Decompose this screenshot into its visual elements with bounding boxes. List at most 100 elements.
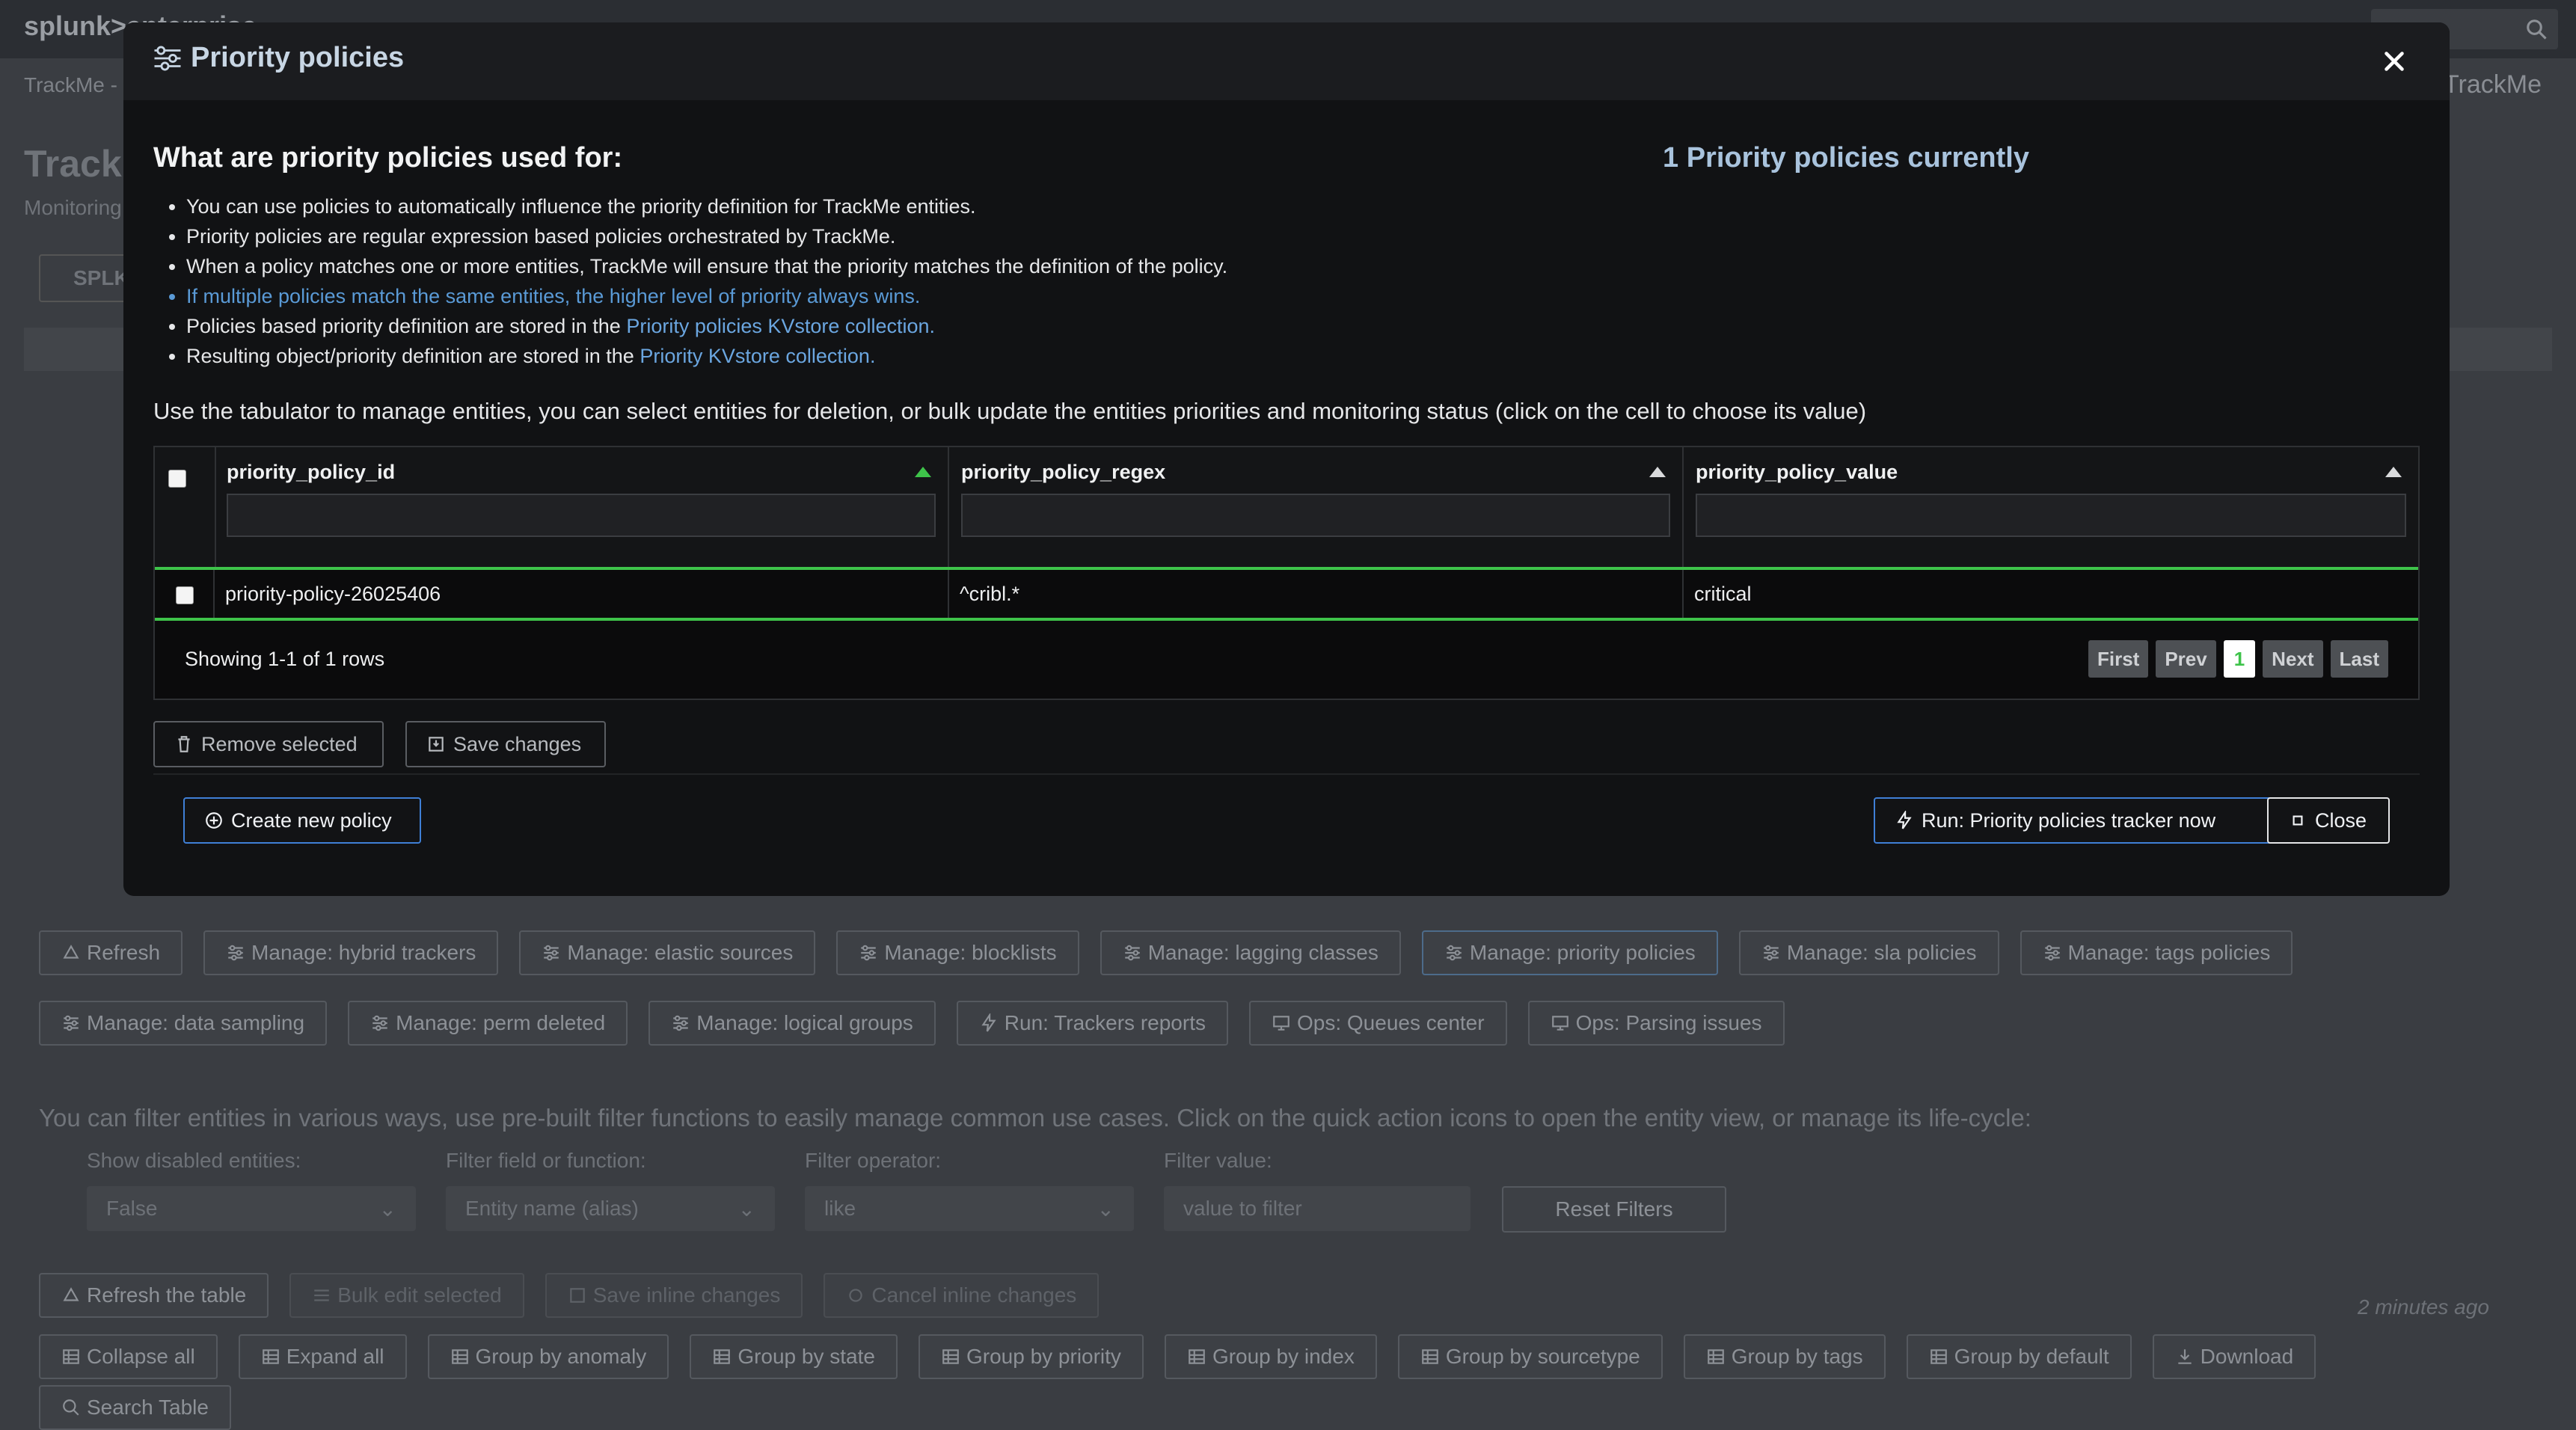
manage-sla-policies-button[interactable]: Manage: sla policies — [1738, 930, 1999, 975]
prev-page-button[interactable]: Prev — [2156, 640, 2216, 678]
group-by-anomaly-button[interactable]: Group by anomaly — [427, 1334, 669, 1379]
sort-asc-icon[interactable] — [915, 467, 931, 477]
modal-title-text: Priority policies — [191, 42, 405, 73]
column-filter-input[interactable] — [961, 494, 1670, 537]
table-row[interactable]: priority-policy-26025406 ^cribl.* critic… — [155, 570, 2418, 621]
button-label: Download — [2200, 1345, 2294, 1368]
circle-icon — [849, 1289, 863, 1302]
chevron-down-icon: ⌄ — [737, 1197, 755, 1221]
priority-kvstore-link[interactable]: Priority KVstore collection. — [640, 345, 875, 367]
info-item: When a policy matches one or more entiti… — [186, 251, 1227, 281]
run-trackers-reports-button[interactable]: Run: Trackers reports — [956, 1001, 1228, 1046]
expand-all-button[interactable]: Expand all — [238, 1334, 407, 1379]
search-table-button[interactable]: Search Table — [39, 1385, 231, 1430]
table-icon — [1930, 1349, 1947, 1364]
button-label: Save inline changes — [592, 1283, 781, 1307]
column-header-id[interactable]: priority_policy_id — [215, 447, 949, 567]
select-all-checkbox[interactable] — [168, 470, 186, 488]
group-by-index-button[interactable]: Group by index — [1164, 1334, 1377, 1379]
cancel-inline-changes-button[interactable]: Cancel inline changes — [824, 1273, 1100, 1318]
save-inline-changes-button[interactable]: Save inline changes — [545, 1273, 803, 1318]
group-by-priority-button[interactable]: Group by priority — [918, 1334, 1144, 1379]
monitor-icon — [1551, 1016, 1568, 1031]
column-filter-input[interactable] — [1696, 494, 2406, 537]
info-text: Resulting object/priority definition are… — [186, 345, 640, 367]
plus-circle-icon — [206, 812, 222, 829]
manage-logical-groups-button[interactable]: Manage: logical groups — [648, 1001, 936, 1046]
refresh-button[interactable]: Refresh — [39, 930, 183, 975]
manage-tags-policies-button[interactable]: Manage: tags policies — [2020, 930, 2293, 975]
button-label: Run: Priority policies tracker now — [1922, 808, 2216, 832]
manage-priority-policies-button[interactable]: Manage: priority policies — [1421, 930, 1718, 975]
cell-policy-id[interactable]: priority-policy-26025406 — [215, 570, 949, 618]
priority-policies-kvstore-link[interactable]: Priority policies KVstore collection. — [626, 315, 935, 337]
filter-operator-select[interactable]: like ⌄ — [805, 1186, 1134, 1231]
button-label: Group by anomaly — [475, 1345, 647, 1368]
row-checkbox[interactable] — [176, 586, 194, 604]
app-name-link[interactable]: TrackMe — [2444, 70, 2542, 99]
first-page-button[interactable]: First — [2088, 640, 2149, 678]
manage-elastic-sources-button[interactable]: Manage: elastic sources — [519, 930, 816, 975]
manage-blocklists-button[interactable]: Manage: blocklists — [836, 930, 1079, 975]
sort-icon[interactable] — [1649, 467, 1666, 477]
group-by-state-button[interactable]: Group by state — [690, 1334, 898, 1379]
next-page-button[interactable]: Next — [2263, 640, 2323, 678]
column-header-regex[interactable]: priority_policy_regex — [949, 447, 1684, 567]
group-by-sourcetype-button[interactable]: Group by sourcetype — [1397, 1334, 1663, 1379]
button-label: Refresh — [87, 941, 161, 964]
column-filter-input[interactable] — [227, 494, 936, 537]
filter-field-select[interactable]: Entity name (alias) ⌄ — [446, 1186, 775, 1231]
column-header-value[interactable]: priority_policy_value — [1684, 447, 2418, 567]
download-button[interactable]: Download — [2152, 1334, 2316, 1379]
remove-selected-button[interactable]: Remove selected — [153, 721, 384, 767]
collapse-all-button[interactable]: Collapse all — [39, 1334, 218, 1379]
modal-footer-divider — [153, 773, 2420, 775]
bulk-edit-selected-button[interactable]: Bulk edit selected — [289, 1273, 524, 1318]
group-by-default-button[interactable]: Group by default — [1906, 1334, 2132, 1379]
search-icon[interactable] — [2525, 18, 2548, 40]
last-page-button[interactable]: Last — [2330, 640, 2388, 678]
button-label: Manage: data sampling — [87, 1011, 305, 1034]
ops-queues-center-button[interactable]: Ops: Queues center — [1248, 1001, 1507, 1046]
group-by-tags-button[interactable]: Group by tags — [1683, 1334, 1886, 1379]
cell-policy-regex[interactable]: ^cribl.* — [949, 570, 1684, 618]
manage-data-sampling-button[interactable]: Manage: data sampling — [39, 1001, 328, 1046]
breadcrumb[interactable]: TrackMe - 1 — [24, 73, 135, 97]
table-icon — [942, 1349, 959, 1364]
reset-filters-button[interactable]: Reset Filters — [1502, 1186, 1726, 1233]
button-label: Group by sourcetype — [1445, 1345, 1640, 1368]
cell-policy-value[interactable]: critical — [1684, 570, 2418, 618]
filter-value-input[interactable]: value to filter — [1164, 1186, 1471, 1231]
button-label: Close — [2315, 808, 2367, 832]
button-label: Manage: blocklists — [884, 941, 1057, 964]
show-disabled-select[interactable]: False ⌄ — [87, 1186, 416, 1231]
create-new-policy-button[interactable]: Create new policy — [183, 797, 421, 844]
page-subtitle: Monitoring — [24, 196, 122, 219]
save-changes-button[interactable]: Save changes — [405, 721, 606, 767]
bolt-icon — [981, 1013, 996, 1032]
manage-perm-deleted-button[interactable]: Manage: perm deleted — [348, 1001, 628, 1046]
close-icon[interactable] — [2381, 48, 2408, 75]
button-label: Collapse all — [87, 1345, 195, 1368]
modal-title: Priority policies — [152, 42, 404, 74]
filter-label: Filter field or function: — [446, 1149, 646, 1172]
button-label: Ops: Queues center — [1296, 1011, 1485, 1034]
table-header: priority_policy_id priority_policy_regex… — [155, 447, 2418, 570]
close-button[interactable]: Close — [2267, 797, 2390, 844]
sort-icon[interactable] — [2385, 467, 2402, 477]
filter-label: Filter operator: — [805, 1149, 942, 1172]
filter-field-group: Filter field or function: Entity name (a… — [446, 1149, 775, 1231]
button-label: Manage: priority policies — [1469, 941, 1696, 964]
manage-hybrid-trackers-button[interactable]: Manage: hybrid trackers — [203, 930, 499, 975]
refresh-table-button[interactable]: Refresh the table — [39, 1273, 269, 1318]
pagination: First Prev 1 Next Last — [2088, 640, 2388, 678]
run-priority-tracker-button[interactable]: Run: Priority policies tracker now — [1874, 797, 2294, 844]
bolt-icon — [1897, 811, 1912, 829]
page-1-button[interactable]: 1 — [2223, 640, 2256, 678]
monitor-icon — [1273, 1016, 1289, 1031]
manage-lagging-classes-button[interactable]: Manage: lagging classes — [1100, 930, 1401, 975]
refresh-icon — [63, 1287, 79, 1301]
table-icon — [1189, 1349, 1205, 1364]
table-icon — [451, 1349, 468, 1364]
ops-parsing-issues-button[interactable]: Ops: Parsing issues — [1527, 1001, 1785, 1046]
